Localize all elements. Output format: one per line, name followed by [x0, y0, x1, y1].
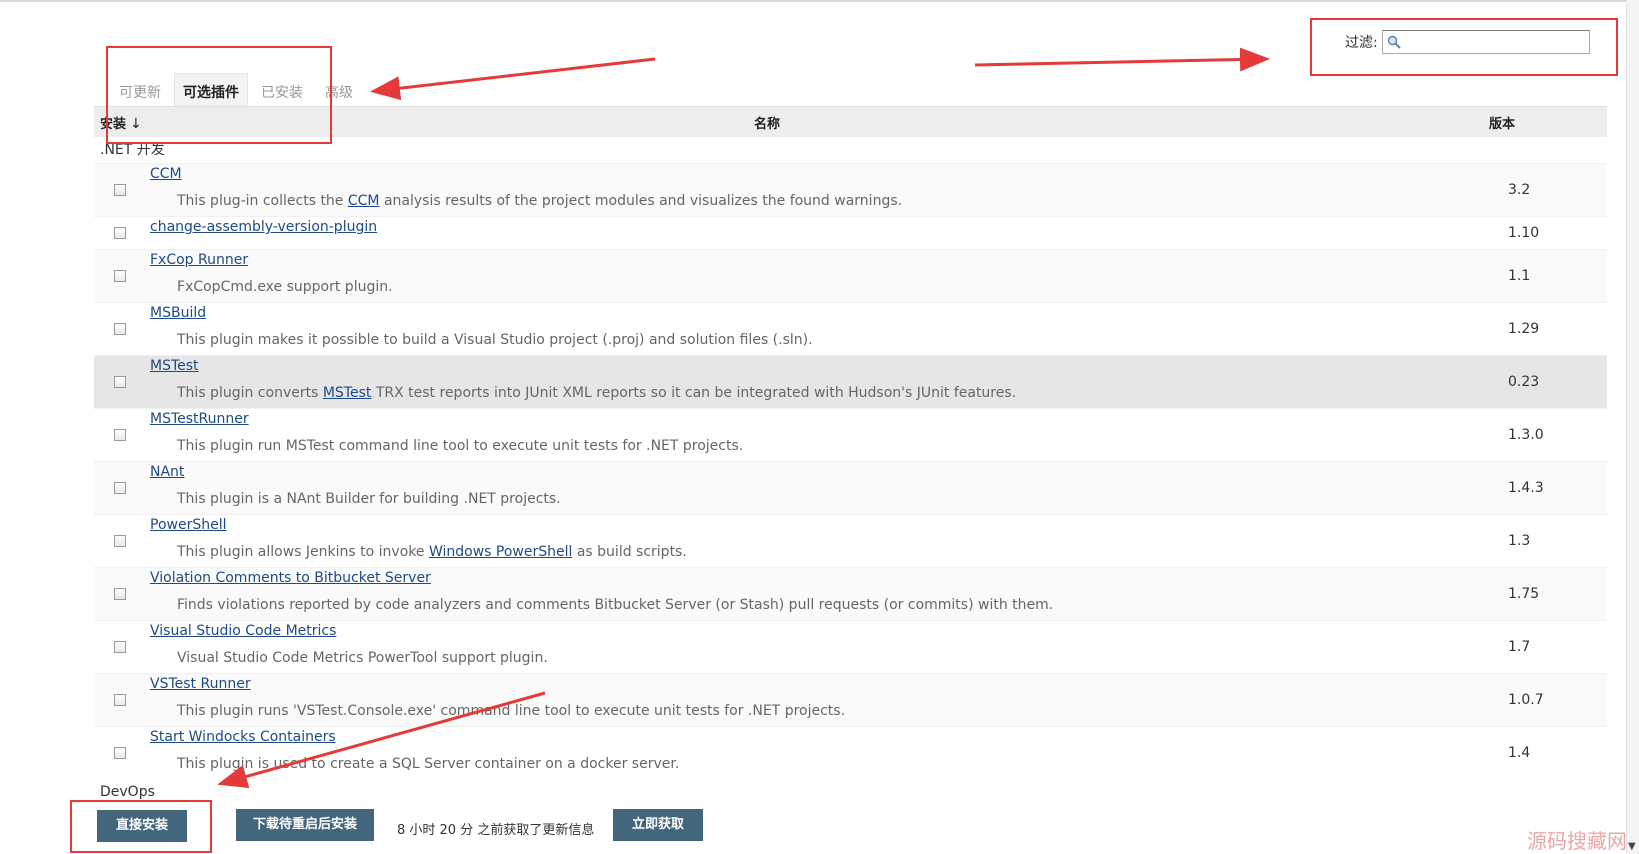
plugin-description: Finds violations reported by code analyz… — [177, 597, 1053, 613]
plugin-table: 安装 ↓ 名称 版本 .NET 开发 CCM This plug-in collec… — [94, 106, 1607, 805]
plugin-name-link[interactable]: VSTest Runner — [150, 676, 251, 692]
description-text: This plugin runs 'VSTest.Console.exe' co… — [177, 703, 846, 719]
plugin-version: 1.7 — [1508, 639, 1531, 655]
table-row[interactable]: PowerShell This plugin allows Jenkins to … — [94, 514, 1607, 567]
table-row[interactable]: MSTestRunner This plugin run MSTest comma… — [94, 408, 1607, 461]
arrow-to-filter — [974, 47, 1270, 72]
description-text: TRX test reports into JUnit XML reports … — [371, 385, 1017, 401]
annotation-box-install — [70, 800, 212, 853]
description-link[interactable]: CCM — [348, 193, 380, 209]
install-checkbox[interactable] — [114, 747, 126, 759]
download-restart-button[interactable]: 下载待重启后安装 — [236, 809, 374, 841]
plugin-description: This plugin runs 'VSTest.Console.exe' co… — [177, 703, 845, 719]
plugin-name-link[interactable]: MSTest — [150, 358, 199, 374]
install-checkbox[interactable] — [114, 429, 126, 441]
install-checkbox[interactable] — [114, 376, 126, 388]
plugin-version: 1.4.3 — [1508, 480, 1544, 496]
table-row[interactable]: MSTest This plugin converts MSTest TRX te… — [94, 355, 1607, 408]
install-checkbox[interactable] — [114, 588, 126, 600]
description-text: This plugin converts — [177, 385, 323, 401]
table-row[interactable]: CCM This plug-in collects the CCM analysi… — [94, 163, 1607, 216]
description-text: This plug-in collects the — [177, 193, 348, 209]
update-info-text: 8 小时 20 分 之前获取了更新信息 — [397, 823, 595, 838]
plugin-name-link[interactable]: Start Windocks Containers — [150, 729, 336, 745]
plugin-version: 1.10 — [1508, 225, 1540, 241]
table-row[interactable]: change-assembly-version-plugin 1.10 — [94, 216, 1607, 249]
description-text: Visual Studio Code Metrics PowerTool sup… — [177, 650, 548, 666]
plugin-version: 1.29 — [1508, 321, 1540, 337]
plugin-name-link[interactable]: Violation Comments to Bitbucket Server — [150, 570, 431, 586]
table-row[interactable]: Visual Studio Code Metrics Visual Studio … — [94, 620, 1607, 673]
plugin-description: This plugin converts MSTest TRX test rep… — [177, 385, 1016, 401]
plugin-name-link[interactable]: NAnt — [150, 464, 184, 480]
table-row[interactable]: FxCop Runner FxCopCmd.exe support plugin.… — [94, 249, 1607, 302]
top-border — [0, 0, 1639, 2]
description-text: This plugin is a NAnt Builder for buildi… — [177, 491, 561, 507]
plugin-version: 1.3.0 — [1508, 427, 1544, 443]
install-checkbox[interactable] — [114, 184, 126, 196]
plugin-description: This plugin makes it possible to build a… — [177, 332, 813, 348]
install-checkbox[interactable] — [114, 482, 126, 494]
plugin-name-link[interactable]: Visual Studio Code Metrics — [150, 623, 336, 639]
plugin-rows: CCM This plug-in collects the CCM analysi… — [94, 163, 1607, 779]
plugin-version: 0.23 — [1508, 374, 1540, 390]
table-row[interactable]: NAnt This plugin is a NAnt Builder for bu… — [94, 461, 1607, 514]
install-checkbox[interactable] — [114, 270, 126, 282]
scrollbar[interactable]: ▼ — [1626, 0, 1639, 854]
arrow-to-tabs — [370, 57, 656, 101]
plugin-version: 1.1 — [1508, 268, 1531, 284]
plugin-description: This plug-in collects the CCM analysis r… — [177, 193, 902, 209]
bottom-bar: 直接安装 下载待重启后安装 8 小时 20 分 之前获取了更新信息 立即获取 源… — [0, 795, 1639, 854]
table-row[interactable]: VSTest Runner This plugin runs 'VSTest.Co… — [94, 673, 1607, 726]
plugin-description: FxCopCmd.exe support plugin. — [177, 279, 393, 295]
column-header-name[interactable]: 名称 — [754, 113, 780, 132]
install-checkbox[interactable] — [114, 694, 126, 706]
description-text: This plugin run MSTest command line tool… — [177, 438, 744, 454]
description-text: FxCopCmd.exe support plugin. — [177, 279, 393, 295]
description-text: analysis results of the project modules … — [379, 193, 903, 209]
plugin-description: Visual Studio Code Metrics PowerTool sup… — [177, 650, 548, 666]
check-now-button[interactable]: 立即获取 — [613, 809, 703, 841]
description-text: This plugin makes it possible to build a… — [177, 332, 813, 348]
plugin-version: 1.3 — [1508, 533, 1531, 549]
plugin-version: 1.0.7 — [1508, 692, 1544, 708]
description-text: This plugin allows Jenkins to invoke — [177, 544, 429, 560]
description-text: Finds violations reported by code analyz… — [177, 597, 1054, 613]
plugin-name-link[interactable]: MSBuild — [150, 305, 206, 321]
plugin-name-link[interactable]: change-assembly-version-plugin — [150, 219, 377, 235]
install-checkbox[interactable] — [114, 535, 126, 547]
plugin-version: 1.75 — [1508, 586, 1540, 602]
column-header-version[interactable]: 版本 — [1489, 113, 1515, 132]
plugin-name-link[interactable]: MSTestRunner — [150, 411, 249, 427]
description-link[interactable]: MSTest — [323, 385, 372, 401]
table-row[interactable]: Start Windocks Containers This plugin is … — [94, 726, 1607, 779]
install-checkbox[interactable] — [114, 323, 126, 335]
plugin-name-link[interactable]: CCM — [150, 166, 182, 182]
description-text: This plugin is used to create a SQL Serv… — [177, 756, 680, 772]
plugin-version: 3.2 — [1508, 182, 1531, 198]
scroll-down-icon[interactable]: ▼ — [1628, 841, 1636, 852]
annotation-box-filter — [1310, 18, 1618, 76]
plugin-description: This plugin run MSTest command line tool… — [177, 438, 743, 454]
plugin-description: This plugin is a NAnt Builder for buildi… — [177, 491, 561, 507]
plugin-name-link[interactable]: PowerShell — [150, 517, 226, 533]
watermark: 源码搜藏网 — [1527, 829, 1627, 853]
table-row[interactable]: Violation Comments to Bitbucket Server Fi… — [94, 567, 1607, 620]
install-checkbox[interactable] — [114, 227, 126, 239]
table-row[interactable]: MSBuild This plugin makes it possible to … — [94, 302, 1607, 355]
plugin-description: This plugin allows Jenkins to invoke Win… — [177, 544, 687, 560]
plugin-version: 1.4 — [1508, 745, 1531, 761]
description-text: as build scripts. — [572, 544, 687, 560]
description-link[interactable]: Windows PowerShell — [429, 544, 572, 560]
plugin-name-link[interactable]: FxCop Runner — [150, 252, 248, 268]
install-checkbox[interactable] — [114, 641, 126, 653]
plugin-description: This plugin is used to create a SQL Serv… — [177, 756, 679, 772]
annotation-box-tabs — [106, 46, 332, 144]
